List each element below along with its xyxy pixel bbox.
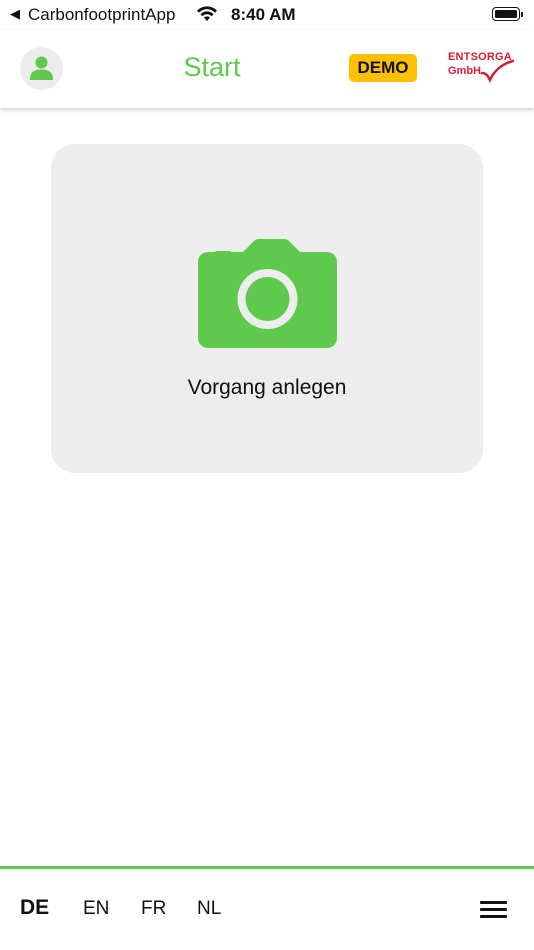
- clock: 8:40 AM: [231, 5, 296, 24]
- language-de[interactable]: DE: [20, 896, 49, 920]
- battery-cap: [521, 12, 523, 17]
- back-to-app-label[interactable]: CarbonfootprintApp: [28, 5, 175, 25]
- app-header: Start DEMO ENTSORGA GmbH: [0, 30, 534, 108]
- checkmark-icon: [480, 59, 514, 83]
- entsorga-logo: ENTSORGA GmbH: [448, 51, 518, 85]
- wifi-icon: [196, 6, 218, 27]
- create-process-card[interactable]: Vorgang anlegen: [51, 144, 483, 473]
- logo-line2: GmbH: [448, 65, 481, 77]
- create-process-label: Vorgang anlegen: [187, 376, 347, 399]
- bottom-divider: [0, 866, 534, 869]
- hamburger-menu-icon[interactable]: [480, 899, 507, 919]
- status-bar: ◀ CarbonfootprintApp 8:40 AM: [0, 0, 534, 30]
- camera-icon: [198, 239, 337, 348]
- language-nl[interactable]: NL: [197, 898, 221, 920]
- language-en[interactable]: EN: [83, 898, 109, 920]
- back-to-app-icon[interactable]: ◀: [10, 6, 20, 22]
- battery-icon: [492, 7, 520, 21]
- demo-badge: DEMO: [349, 54, 417, 82]
- language-fr[interactable]: FR: [141, 898, 166, 920]
